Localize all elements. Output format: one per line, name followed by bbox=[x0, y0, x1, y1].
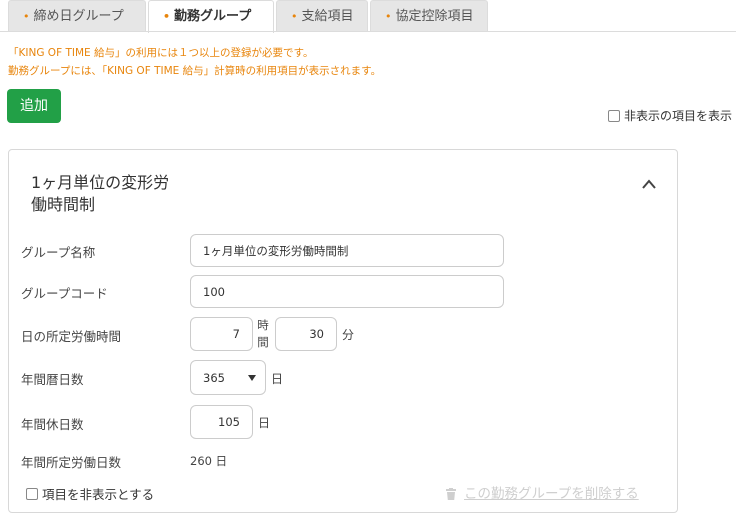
hide-item-label: 項目を非表示とする bbox=[42, 487, 155, 502]
caret-down-icon bbox=[248, 375, 256, 381]
tab-work-group[interactable]: • 勤務グループ bbox=[148, 0, 274, 33]
tab-label: 締め日グループ bbox=[33, 9, 124, 24]
tab-dot: • bbox=[291, 10, 298, 23]
work-days-label: 年間所定労働日数 bbox=[21, 455, 122, 470]
holidays-input[interactable] bbox=[190, 405, 253, 439]
group-code-label: グループコード bbox=[21, 286, 108, 301]
daily-hours-input[interactable] bbox=[190, 317, 253, 351]
tab-agreement-deduction-items[interactable]: • 協定控除項目 bbox=[370, 0, 488, 32]
work-group-card: 1ヶ月単位の変形労 働時間制 グループ名称 グループコード 日の所定労働時間 時… bbox=[8, 149, 678, 513]
group-name-label: グループ名称 bbox=[21, 245, 96, 260]
show-hidden-checkbox[interactable] bbox=[608, 109, 620, 122]
chevron-up-icon[interactable] bbox=[641, 178, 657, 190]
minutes-unit: 分 bbox=[342, 328, 355, 342]
group-code-input[interactable] bbox=[190, 275, 504, 308]
tab-payment-items[interactable]: • 支給項目 bbox=[276, 0, 368, 32]
tab-label: 勤務グループ bbox=[174, 9, 252, 24]
card-title: 1ヶ月単位の変形労 働時間制 bbox=[31, 172, 191, 216]
tab-closing-date-group[interactable]: • 締め日グループ bbox=[8, 0, 146, 32]
daily-minutes-input[interactable] bbox=[275, 317, 337, 351]
work-days-unit: 日 bbox=[215, 454, 228, 468]
trash-icon bbox=[446, 488, 456, 500]
holidays-unit: 日 bbox=[258, 416, 271, 430]
add-button[interactable]: 追加 bbox=[7, 89, 61, 123]
hours-unit-char-2: 間 bbox=[257, 335, 269, 349]
delete-work-group-link[interactable]: この勤務グループを削除する bbox=[446, 482, 639, 502]
card-title-line-1: 1ヶ月単位の変形労 bbox=[31, 173, 170, 192]
tab-label: 協定控除項目 bbox=[395, 9, 474, 24]
work-days-number: 260 bbox=[190, 454, 212, 468]
calendar-days-value: 365 bbox=[203, 371, 225, 385]
calendar-days-label: 年間暦日数 bbox=[21, 372, 84, 387]
calendar-days-unit: 日 bbox=[271, 372, 284, 386]
hide-item-checkbox[interactable] bbox=[26, 487, 38, 500]
calendar-days-select[interactable]: 365 bbox=[190, 360, 266, 395]
delete-label: この勤務グループを削除する bbox=[464, 486, 639, 502]
card-title-line-2: 働時間制 bbox=[31, 195, 96, 214]
show-hidden-toggle[interactable]: 非表示の項目を表示 bbox=[608, 107, 732, 124]
group-name-input[interactable] bbox=[190, 234, 504, 267]
show-hidden-label: 非表示の項目を表示 bbox=[624, 109, 733, 123]
hide-item-toggle[interactable]: 項目を非表示とする bbox=[26, 484, 154, 503]
tab-label: 支給項目 bbox=[301, 9, 354, 24]
daily-hours-label: 日の所定労働時間 bbox=[21, 329, 122, 344]
holidays-label: 年間休日数 bbox=[21, 417, 84, 432]
notice-line-1: 「KING OF TIME 給与」の利用には１つ以上の登録が必要です。 bbox=[8, 47, 314, 59]
hours-unit: 時 間 bbox=[257, 317, 269, 351]
tab-dot: • bbox=[385, 10, 392, 23]
tab-dot: • bbox=[163, 10, 171, 23]
tab-dot: • bbox=[23, 10, 30, 23]
notice-line-2: 勤務グループには、「KING OF TIME 給与」計算時の利用項目が表示されま… bbox=[8, 65, 382, 77]
hours-unit-char-1: 時 bbox=[257, 318, 269, 332]
tab-divider bbox=[0, 31, 736, 32]
work-days-value: 260 日 bbox=[190, 453, 227, 469]
